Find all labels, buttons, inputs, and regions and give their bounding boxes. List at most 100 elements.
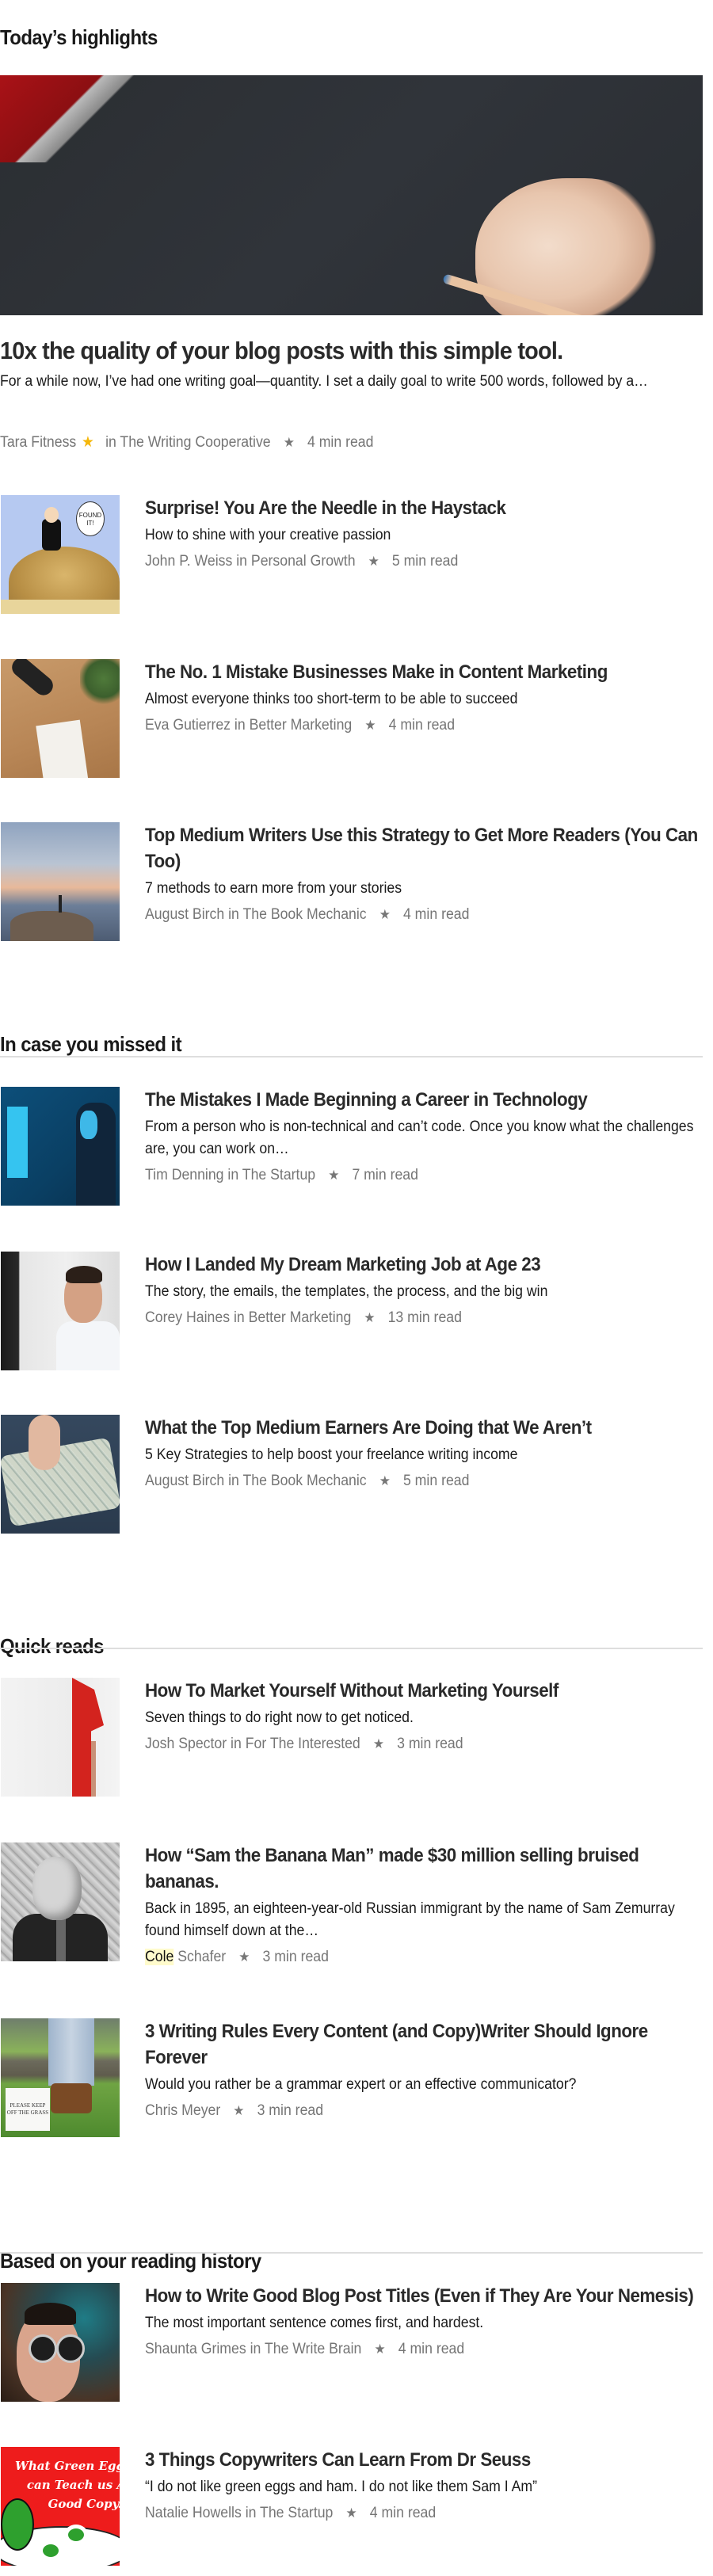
article-thumbnail[interactable] [1,1678,120,1797]
pen-art [8,659,57,699]
article-title[interactable]: How to Write Good Blog Post Titles (Even… [145,2283,705,2309]
article-thumbnail[interactable]: What Green Eggs a can Teach us A Good Co… [1,2447,120,2566]
read-time: 3 min read [257,2102,324,2119]
article-title[interactable]: Surprise! You Are the Needle in the Hays… [145,495,705,521]
article-thumbnail[interactable]: FOUND IT! [1,495,120,614]
jeans-art [48,2018,94,2086]
article-thumbnail[interactable] [1,2283,120,2402]
article-title[interactable]: How “Sam the Banana Man” made $30 millio… [145,1842,705,1895]
article-description: 7 methods to earn more from your stories [145,880,402,897]
section-divider [0,1648,703,1649]
publication-link[interactable]: Personal Growth [251,553,356,570]
hand-art [29,1415,60,1470]
publication-link[interactable]: For The Interested [246,1736,360,1752]
article-thumbnail[interactable] [1,1842,120,1961]
author-link[interactable]: John P. Weiss [145,553,232,570]
figure-art [42,519,61,551]
publication-prefix: in [227,1167,239,1183]
read-time: 5 min read [402,1473,470,1489]
separator-star-icon: ★ [368,554,379,569]
author-link-highlighted[interactable]: Cole [145,1949,174,1965]
separator-star-icon: ★ [345,2506,357,2521]
author-link[interactable]: Eva Gutierrez [145,717,231,734]
article-thumbnail[interactable] [1,822,120,941]
article-title[interactable]: The No. 1 Mistake Businesses Make in Con… [145,659,705,685]
hero-article-image[interactable] [0,75,703,315]
article-thumbnail[interactable] [1,1252,120,1370]
publication-link[interactable]: Better Marketing [249,1309,352,1326]
article-byline: Tim Denning in The Startup ★ 7 min read [145,1167,668,1184]
boots-art [51,2083,92,2113]
hair-art [66,1266,102,1283]
head-art [32,1857,82,1920]
publication-link[interactable]: The Book Mechanic [242,906,366,923]
article-title[interactable]: The Mistakes I Made Beginning a Career i… [145,1087,705,1113]
author-link[interactable]: Chris Meyer [145,2102,220,2119]
publication-prefix: in [228,1473,239,1489]
publication-link[interactable]: Better Marketing [250,717,353,734]
article-byline: Natalie Howells in The Startup ★ 4 min r… [145,2505,668,2522]
separator-star-icon: ★ [238,1949,250,1964]
publication-link[interactable]: The Startup [260,2505,333,2521]
publication-prefix: in [250,2341,261,2357]
rock-art [10,911,93,941]
author-link[interactable]: August Birch [145,1473,224,1489]
publication-link[interactable]: The Book Mechanic [242,1473,366,1489]
article-thumbnail[interactable] [1,1087,120,1206]
article-title[interactable]: Top Medium Writers Use this Strategy to … [145,822,705,875]
author-link[interactable]: Josh Spector [145,1736,227,1752]
grass-sign: PLEASE KEEP OFF THE GRASS [6,2088,50,2131]
read-time: 4 min read [398,2341,465,2357]
ground-art [1,600,120,614]
read-time: 13 min read [387,1309,462,1326]
author-link[interactable]: Natalie Howells [145,2505,242,2521]
article-description: The most important sentence comes first,… [145,2315,484,2331]
read-time: 7 min read [352,1167,418,1183]
read-time: 3 min read [262,1949,329,1965]
face-art [80,1111,97,1139]
author-link[interactable]: Shaunta Grimes [145,2341,246,2357]
author-link[interactable]: Corey Haines [145,1309,230,1326]
separator-star-icon: ★ [379,907,391,922]
star-badge-icon: ★ [82,434,94,451]
article-thumbnail[interactable] [1,659,120,778]
article-title[interactable]: What the Top Medium Earners Are Doing th… [145,1415,705,1441]
article-thumbnail[interactable] [1,1415,120,1534]
publication-prefix: in [233,1309,245,1326]
separator-star-icon: ★ [372,1736,385,1751]
author-link[interactable]: August Birch [145,906,224,923]
binocular-lens-art [56,2334,85,2363]
article-byline: John P. Weiss in Personal Growth ★ 5 min… [145,553,668,570]
publication-link[interactable]: The Writing Cooperative [120,434,270,451]
paper-art [36,719,93,778]
article-thumbnail[interactable]: PLEASE KEEP OFF THE GRASS [1,2018,120,2137]
publication-prefix: in [231,1736,242,1752]
person-art [59,895,62,913]
publication-link[interactable]: The Write Brain [265,2341,361,2357]
article-title[interactable]: 3 Things Copywriters Can Learn From Dr S… [145,2447,705,2473]
hero-article-title[interactable]: 10x the quality of your blog posts with … [0,337,563,365]
article-description: Would you rather be a grammar expert or … [145,2076,577,2093]
article-byline: Shaunta Grimes in The Write Brain ★ 4 mi… [145,2341,668,2358]
section-heading-quick-reads: Quick reads [0,1634,104,1658]
article-byline: Chris Meyer ★ 3 min read [145,2102,668,2120]
publication-link[interactable]: The Startup [242,1167,315,1183]
article-title[interactable]: How To Market Yourself Without Marketing… [145,1678,705,1704]
article-title[interactable]: 3 Writing Rules Every Content (and Copy)… [145,2018,705,2071]
read-time: 4 min read [369,2505,437,2521]
article-description: From a person who is non-technical and c… [145,1118,694,1157]
monitor-art [7,1107,28,1178]
plant-art [80,659,120,707]
author-link[interactable]: Tara Fitness [0,434,76,451]
author-link[interactable]: Schafer [177,1949,226,1965]
article-title[interactable]: How I Landed My Dream Marketing Job at A… [145,1252,705,1278]
publication-prefix: in [236,553,248,570]
egg-art [64,2525,88,2545]
article-list-item: Top Medium Writers Use this Strategy to … [0,822,713,941]
article-list-item: FOUND IT! Surprise! You Are the Needle i… [0,495,713,614]
author-link[interactable]: Tim Denning [145,1167,224,1183]
binocular-lens-art [29,2334,57,2363]
hair-art [25,2303,76,2325]
figure-head-art [44,507,59,523]
hero-article-byline: Tara Fitness ★ in The Writing Cooperativ… [0,433,373,452]
